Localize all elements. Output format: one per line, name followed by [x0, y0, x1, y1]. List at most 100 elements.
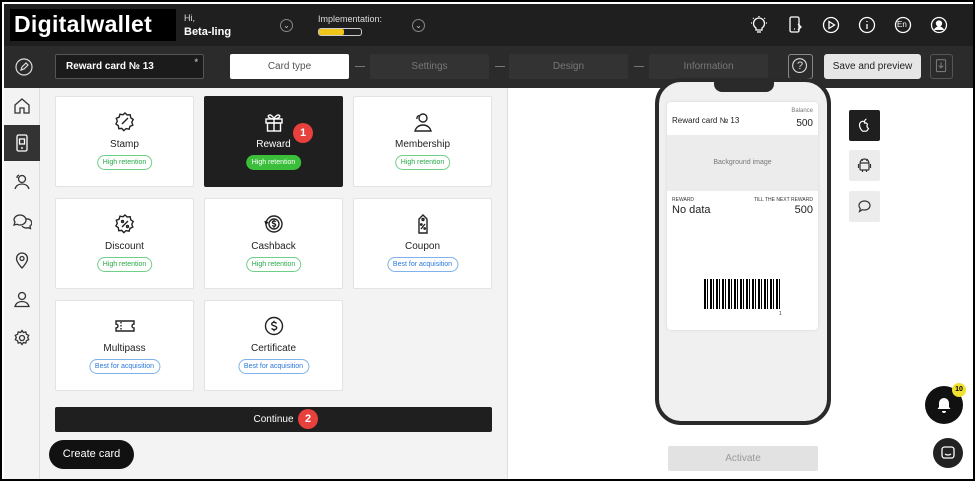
sidebar-item-cards[interactable] [4, 125, 40, 161]
barcode [704, 279, 782, 309]
step-design[interactable]: Design [509, 54, 628, 79]
card-type-membership[interactable]: Membership High retention [353, 96, 492, 187]
lightbulb-icon[interactable] [749, 15, 769, 35]
card-type-name: Stamp [110, 139, 139, 150]
save-and-preview-button[interactable]: Save and preview [824, 54, 921, 79]
next-reward-value: 500 [794, 204, 813, 216]
retention-badge: High retention [245, 155, 302, 170]
implementation-chevron-icon[interactable]: ⌄ [412, 19, 425, 32]
clients-icon [14, 174, 30, 190]
location-pin-icon [15, 252, 29, 269]
implementation-progress-fill [319, 29, 345, 35]
card-type-reward[interactable]: Reward High retention 1 [204, 96, 343, 187]
implementation-label: Implementation: [318, 14, 383, 24]
card-type-panel: Stamp High retention Reward High retenti… [40, 88, 507, 479]
step-card-type[interactable]: Card type [230, 54, 349, 79]
help-button[interactable]: ? [788, 54, 813, 79]
support-chat-button[interactable] [933, 438, 963, 468]
card-type-name: Membership [394, 139, 451, 150]
continue-label: Continue [253, 414, 294, 425]
membership-icon [414, 113, 432, 132]
required-mark: * [194, 57, 198, 67]
notifications-button[interactable]: 10 [925, 383, 966, 424]
sidebar-item-locations[interactable] [4, 242, 40, 278]
step-separator [634, 66, 644, 67]
card-type-name: Multipass [103, 343, 146, 354]
apple-icon [859, 118, 870, 132]
notification-count-badge: 10 [952, 383, 966, 397]
info-icon[interactable] [857, 15, 877, 35]
card-preview-panel: Reward card № 13 Balance 500 Background … [507, 78, 973, 479]
balance-label: Balance [791, 108, 813, 114]
retention-badge: High retention [96, 257, 153, 272]
card-name-value: Reward card № 13 [66, 61, 154, 72]
acquisition-badge: Best for acquisition [237, 359, 310, 374]
pass-title: Reward card № 13 [672, 116, 740, 125]
chat-bubbles-icon [13, 214, 32, 230]
edit-pencil-icon[interactable] [14, 57, 34, 77]
card-type-name: Coupon [404, 241, 441, 252]
language-label: En [897, 20, 907, 29]
card-type-name: Certificate [250, 343, 296, 354]
retention-badge: High retention [245, 257, 302, 272]
card-type-name: Cashback [251, 241, 296, 252]
continue-button[interactable]: Continue 2 [55, 407, 492, 432]
stamp-icon [114, 112, 135, 132]
play-video-icon[interactable] [821, 15, 841, 35]
wallet-pass: Reward card № 13 Balance 500 Background … [667, 102, 818, 330]
coupon-icon [418, 214, 428, 234]
top-header: Digitalwallet Hi, Beta-ling ⌄ Implementa… [4, 4, 973, 46]
greeting-text: Hi, [184, 13, 195, 23]
retention-badge: High retention [96, 155, 153, 170]
user-menu-chevron-icon[interactable]: ⌄ [280, 19, 293, 32]
home-icon [14, 98, 30, 114]
create-card-button[interactable]: Create card [49, 440, 134, 469]
sidebar-item-managers[interactable] [4, 281, 40, 317]
language-selector[interactable]: En [893, 15, 913, 35]
step-settings[interactable]: Settings [370, 54, 489, 79]
next-reward-label: TILL THE NEXT REWARD [753, 197, 813, 203]
card-device-icon [16, 134, 28, 152]
ticket-icon [115, 320, 135, 332]
platform-message-button[interactable] [849, 191, 880, 222]
platform-android-button[interactable] [849, 150, 880, 181]
barcode-number: 1 [779, 311, 782, 317]
card-type-name: Reward [256, 139, 291, 150]
speech-bubble-icon [858, 200, 871, 213]
user-name: Beta-ling [184, 26, 232, 38]
step-separator [355, 66, 365, 67]
step-information[interactable]: Information [649, 54, 768, 79]
acquisition-badge: Best for acquisition [386, 257, 459, 272]
sidebar-item-messages[interactable] [4, 203, 40, 239]
phone-mockup: Reward card № 13 Balance 500 Background … [655, 78, 831, 425]
logo: Digitalwallet [14, 11, 153, 37]
card-type-stamp[interactable]: Stamp High retention [55, 96, 194, 187]
card-type-certificate[interactable]: Certificate Best for acquisition [204, 300, 343, 391]
card-type-coupon[interactable]: Coupon Best for acquisition [353, 198, 492, 289]
balance-value: 500 [796, 118, 813, 129]
card-type-cashback[interactable]: Cashback High retention [204, 198, 343, 289]
gear-icon [14, 329, 30, 346]
cashback-icon [264, 215, 283, 233]
sidebar-item-home[interactable] [4, 88, 40, 124]
card-type-multipass[interactable]: Multipass Best for acquisition [55, 300, 194, 391]
activate-button[interactable]: Activate [668, 446, 818, 471]
editor-toolbar: Reward card № 13 * Card type Settings De… [4, 46, 973, 88]
chat-icon [941, 446, 955, 459]
step-separator [495, 66, 505, 67]
step-marker-2: 2 [298, 409, 318, 429]
sidebar-item-clients[interactable] [4, 164, 40, 200]
android-icon [857, 158, 872, 172]
phone-notch [714, 82, 774, 92]
download-button[interactable] [930, 54, 953, 79]
platform-apple-button[interactable] [849, 110, 880, 141]
mobile-device-icon[interactable] [785, 15, 805, 35]
gift-icon [265, 114, 283, 132]
user-avatar-icon[interactable] [929, 15, 949, 35]
card-type-discount[interactable]: Discount High retention [55, 198, 194, 289]
card-name-input[interactable]: Reward card № 13 * [55, 54, 204, 79]
reward-label: REWARD [672, 197, 695, 203]
sidebar-item-settings[interactable] [4, 320, 40, 356]
bell-icon [937, 398, 951, 413]
certificate-icon [264, 316, 284, 336]
